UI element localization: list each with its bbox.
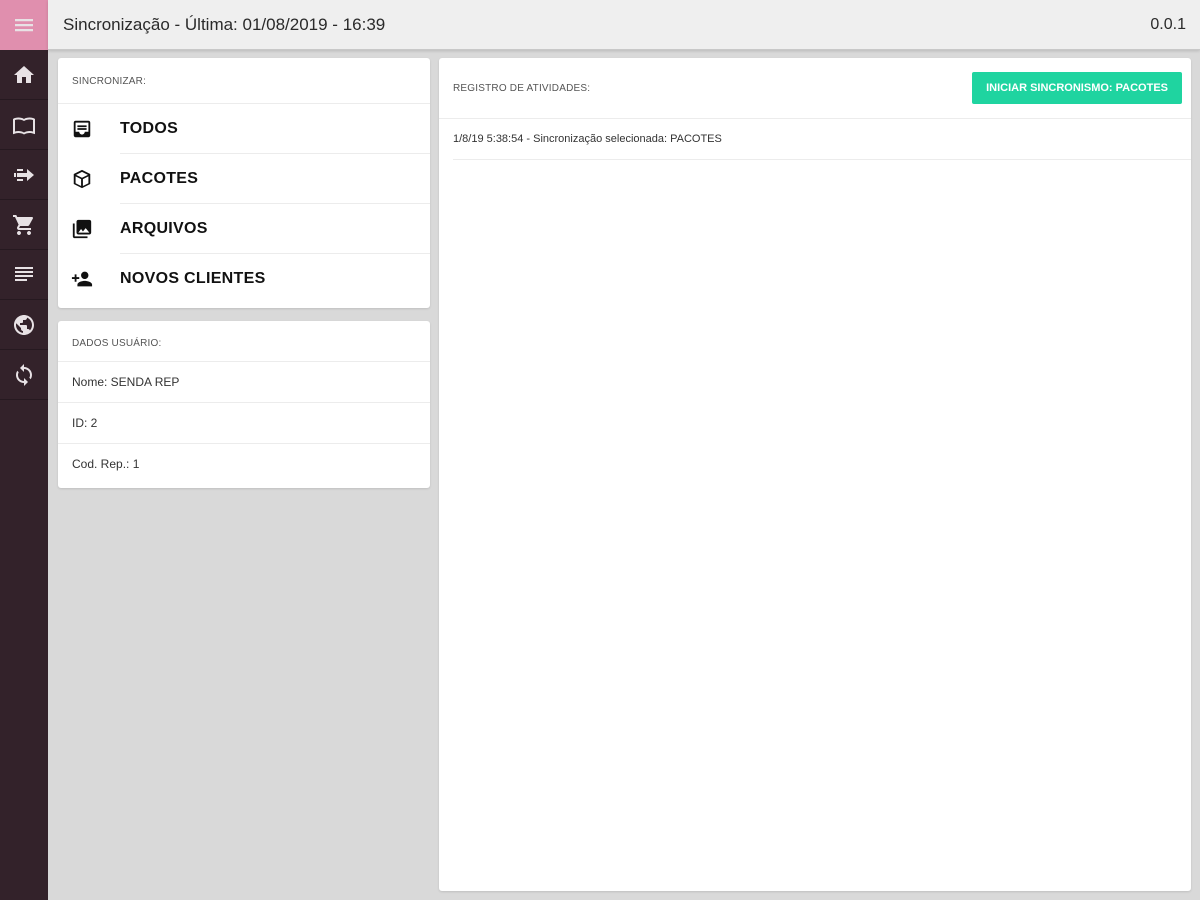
menu-button[interactable]: [0, 0, 48, 50]
fast-arrow-icon: [14, 168, 34, 181]
cart-icon: [13, 214, 34, 235]
rail-item-home[interactable]: [0, 50, 48, 100]
package-icon: [73, 169, 91, 189]
sync-icon: [16, 363, 32, 386]
sync-item-label: TODOS: [120, 120, 179, 137]
globe-icon: [14, 314, 34, 335]
rail-item-cart[interactable]: [0, 200, 48, 250]
sync-section-label: SINCRONIZAR:: [58, 58, 430, 104]
book-icon: [13, 117, 35, 134]
user-rep-code-row: Cod. Rep.: 1: [72, 457, 140, 471]
sync-card: SINCRONIZAR: TODOS PACOTES ARQUIVOS NOVO…: [58, 58, 430, 308]
activity-log-header: REGISTRO DE ATIVIDADES: INICIAR SINCRONI…: [439, 58, 1191, 119]
user-id-row: ID: 2: [58, 403, 430, 444]
start-sync-button[interactable]: INICIAR SINCRONISMO: PACOTES: [972, 72, 1182, 104]
add-person-icon: [71, 271, 93, 287]
sync-item-todos[interactable]: TODOS: [58, 104, 430, 154]
user-section-label: DADOS USUÁRIO:: [58, 321, 430, 362]
top-bar: Sincronização - Última: 01/08/2019 - 16:…: [48, 0, 1200, 50]
sync-item-novos-clientes[interactable]: NOVOS CLIENTES: [58, 254, 430, 304]
page-title: Sincronização - Última: 01/08/2019 - 16:…: [63, 14, 386, 34]
sync-item-label: ARQUIVOS: [120, 220, 208, 237]
inbox-icon: [73, 120, 91, 138]
app-version: 0.0.1: [1150, 15, 1186, 33]
sync-item-arquivos[interactable]: ARQUIVOS: [58, 204, 430, 254]
rail-item-fast[interactable]: [0, 150, 48, 200]
rail-item-catalog[interactable]: [0, 100, 48, 150]
sync-item-pacotes[interactable]: PACOTES: [58, 154, 430, 204]
user-name-row: Nome: SENDA REP: [58, 362, 430, 403]
list-icon: [15, 266, 33, 281]
sync-item-label: PACOTES: [120, 170, 199, 187]
hamburger-icon: [15, 19, 33, 32]
activity-log-label: REGISTRO DE ATIVIDADES:: [453, 82, 591, 94]
sync-item-label: NOVOS CLIENTES: [120, 270, 266, 287]
activity-log-card: REGISTRO DE ATIVIDADES: INICIAR SINCRONI…: [439, 58, 1191, 891]
images-icon: [72, 219, 92, 239]
user-data-card: DADOS USUÁRIO: Nome: SENDA REP ID: 2 Cod…: [58, 321, 430, 488]
side-rail: [0, 0, 48, 900]
log-entry: 1/8/19 5:38:54 - Sincronização seleciona…: [453, 119, 1191, 160]
rail-item-sync[interactable]: [0, 350, 48, 400]
rail-item-list[interactable]: [0, 250, 48, 300]
home-icon: [14, 65, 34, 83]
rail-item-globe[interactable]: [0, 300, 48, 350]
